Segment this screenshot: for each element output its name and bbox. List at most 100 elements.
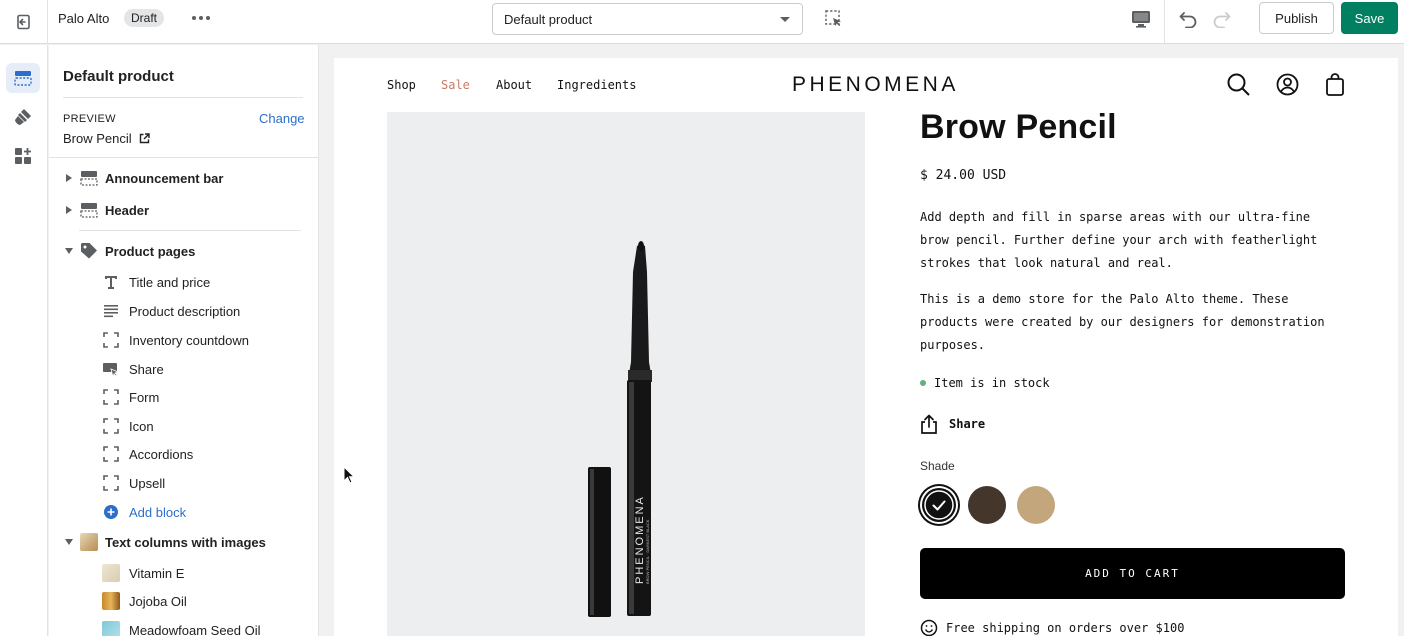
template-select-value: Default product (504, 12, 593, 27)
demo-store-note: This is a demo store for the Palo Alto t… (920, 292, 1325, 352)
exit-button[interactable] (0, 0, 48, 44)
publish-button[interactable]: Publish (1259, 2, 1334, 34)
toolbar-divider (1164, 0, 1165, 44)
change-preview-link[interactable]: Change (259, 111, 305, 126)
section-announcement-bar[interactable]: Announcement bar (63, 167, 223, 189)
save-button[interactable]: Save (1341, 2, 1398, 34)
caret-right-icon[interactable] (63, 206, 75, 214)
caret-down-icon[interactable] (63, 248, 75, 254)
pencil-subtext: BROW PENCIL · DARKEST BLACK (645, 519, 650, 584)
block-label: Share (129, 361, 164, 377)
search-icon (1227, 73, 1250, 96)
undo-button[interactable] (1178, 8, 1200, 33)
block-jojoba-oil[interactable]: Jojoba Oil (101, 590, 187, 612)
block-inventory-countdown[interactable]: Inventory countdown (101, 329, 249, 351)
block-title-and-price[interactable]: Title and price (101, 271, 210, 293)
preview-product-name: Brow Pencil (63, 131, 132, 146)
checkmark-icon (924, 490, 954, 520)
paintbrush-icon (15, 109, 31, 125)
caret-down-icon[interactable] (63, 539, 75, 545)
add-block-button[interactable]: Add block (101, 501, 186, 523)
editor-top-bar: Palo Alto Draft Default product Publish … (0, 0, 1404, 44)
preview-product-link[interactable]: Brow Pencil (63, 131, 150, 146)
inspector-icon (825, 10, 841, 27)
block-form[interactable]: Form (101, 386, 159, 408)
sections-sidebar: Default product PREVIEW Change Brow Penc… (49, 45, 319, 636)
more-icon (192, 16, 196, 20)
store-preview: Shop Sale About Ingredients PHENOMENA PH… (334, 58, 1398, 636)
store-cart-button[interactable] (1326, 73, 1344, 101)
desktop-view-button[interactable] (1130, 9, 1152, 34)
caret-right-icon[interactable] (63, 174, 75, 182)
block-vitamin-e[interactable]: Vitamin E (101, 562, 184, 584)
block-label: Jojoba Oil (129, 593, 187, 609)
section-label: Text columns with images (105, 534, 266, 550)
stock-status: Item is in stock (920, 376, 1050, 390)
section-header[interactable]: Header (63, 199, 149, 221)
redo-icon (1213, 12, 1231, 29)
divider (49, 157, 318, 158)
shade-swatch-black[interactable] (920, 486, 958, 524)
sidebar-title: Default product (63, 68, 174, 85)
status-badge: Draft (124, 9, 165, 27)
block-label: Accordions (129, 446, 194, 462)
nav-link-sale[interactable]: Sale (441, 78, 470, 92)
share-label: Share (949, 417, 986, 431)
store-logo[interactable]: PHENOMENA (792, 73, 959, 97)
block-label: Vitamin E (129, 565, 185, 581)
store-account-button[interactable] (1276, 73, 1299, 101)
theme-settings-tab[interactable] (6, 102, 40, 132)
product-image[interactable]: PHENOMENA BROW PENCIL · DARKEST BLACK (387, 112, 865, 636)
store-search-button[interactable] (1227, 73, 1250, 101)
add-to-cart-button[interactable]: ADD TO CART (920, 548, 1345, 599)
block-icon (101, 417, 121, 435)
account-icon (1276, 73, 1299, 96)
block-meadowfoam-seed-oil[interactable]: Meadowfoam Seed Oil (101, 619, 261, 636)
share-button[interactable]: Share (920, 414, 985, 434)
header-icon (79, 201, 99, 219)
add-block-label: Add block (129, 504, 187, 520)
sections-tab[interactable] (6, 63, 40, 93)
external-link-icon (139, 133, 150, 144)
section-product-pages[interactable]: Product pages (63, 240, 195, 262)
text-icon (101, 273, 121, 291)
product-description: Add depth and fill in sparse areas with … (920, 210, 1318, 270)
block-icon[interactable]: Icon (101, 415, 154, 437)
more-actions-button[interactable] (190, 10, 212, 26)
section-label: Product pages (105, 243, 196, 259)
in-stock-dot (920, 380, 926, 386)
section-thumbnail (79, 533, 99, 551)
section-label: Announcement bar (105, 170, 224, 186)
jojoba-oil-thumbnail (101, 592, 121, 610)
nav-link-about[interactable]: About (496, 78, 532, 92)
shade-swatch-brown[interactable] (968, 486, 1006, 524)
apps-tab[interactable] (6, 141, 40, 171)
section-label: Header (105, 202, 150, 218)
section-text-columns-with-images[interactable]: Text columns with images (63, 531, 266, 553)
block-label: Form (129, 389, 160, 405)
apps-icon (15, 148, 31, 164)
block-share[interactable]: Share (101, 358, 164, 380)
block-label: Meadowfoam Seed Oil (129, 622, 261, 636)
desktop-icon (1132, 11, 1150, 28)
cursor-icon (343, 465, 356, 484)
nav-link-shop[interactable]: Shop (387, 78, 416, 92)
plus-circle-icon (101, 503, 121, 521)
block-accordions[interactable]: Accordions (101, 443, 193, 465)
redo-button[interactable] (1210, 8, 1232, 33)
inspector-button[interactable] (824, 9, 844, 34)
block-icon (101, 445, 121, 463)
block-label: Icon (129, 418, 154, 434)
share-icon (101, 360, 121, 378)
shade-swatch-taupe[interactable] (1017, 486, 1055, 524)
block-label: Title and price (129, 274, 211, 290)
stock-text: Item is in stock (934, 376, 1050, 390)
paragraph-icon (101, 302, 121, 320)
nav-link-ingredients[interactable]: Ingredients (557, 78, 636, 92)
block-upsell[interactable]: Upsell (101, 472, 165, 494)
divider (63, 97, 303, 98)
product-title: Brow Pencil (920, 108, 1117, 146)
template-select[interactable]: Default product (492, 3, 803, 35)
block-icon (101, 388, 121, 406)
block-product-description[interactable]: Product description (101, 300, 240, 322)
